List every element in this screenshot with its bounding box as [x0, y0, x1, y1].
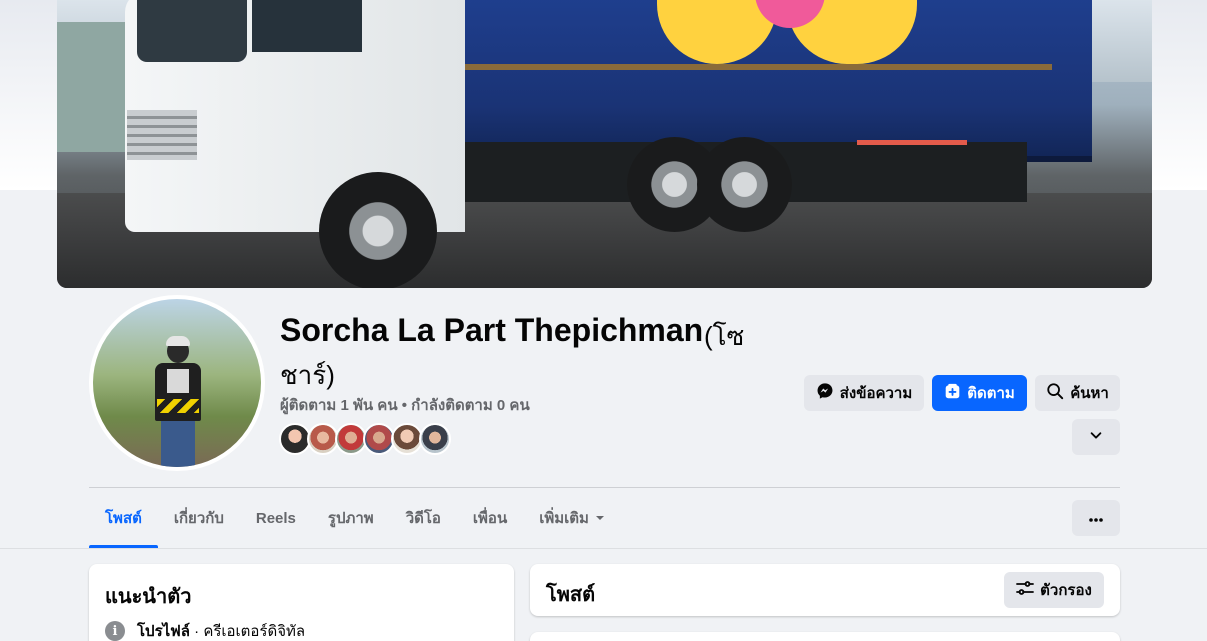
posts-header-card: โพสต์ ตัวกรอง — [530, 564, 1120, 616]
posts-title: โพสต์ — [546, 584, 596, 606]
follower-avatar[interactable] — [419, 423, 451, 455]
message-button-label: ส่งข้อความ — [839, 385, 913, 402]
tab-label: Reels — [255, 509, 296, 527]
avatar-shirt-stripe — [157, 399, 199, 413]
messenger-icon — [816, 382, 834, 404]
cover-wheel — [697, 137, 792, 232]
tab-videos[interactable]: วิดีโอ — [390, 488, 457, 548]
intro-title: แนะนำตัว — [105, 586, 192, 608]
tab-label: โพสต์ — [105, 510, 142, 527]
filter-button-label: ตัวกรอง — [1040, 582, 1092, 599]
tab-label: วิดีโอ — [405, 510, 441, 527]
follow-icon — [944, 383, 961, 404]
intro-category-value: · ครีเอเตอร์ดิจิทัล — [190, 623, 306, 640]
tab-reels[interactable]: Reels — [240, 488, 312, 548]
cover-grille — [127, 110, 197, 160]
intro-card: แนะนำตัว i โปรไฟล์ · ครีเอเตอร์ดิจิทัล — [89, 564, 514, 641]
message-button[interactable]: ส่งข้อความ — [804, 375, 924, 411]
post-card — [530, 632, 1120, 641]
cover-wheel — [319, 172, 437, 288]
avatar-person — [153, 336, 203, 467]
avatar-shirt-print — [167, 369, 189, 393]
tab-label: เพื่อน — [472, 510, 508, 527]
profile-avatar[interactable] — [89, 295, 265, 471]
tab-label: เกี่ยวกับ — [173, 510, 224, 527]
profile-alt-name-part1: (โซ — [704, 321, 745, 351]
profile-name: Sorcha La Part Thepichman — [280, 312, 704, 348]
tab-more[interactable]: เพิ่มเติม — [523, 488, 621, 548]
profile-tabs: โพสต์ เกี่ยวกับ Reels รูปภาพ วิดีโอ เพื่… — [89, 488, 621, 548]
avatar-legs — [161, 421, 195, 467]
intro-category-label: โปรไฟล์ — [137, 623, 190, 640]
follow-button[interactable]: ติดตาม — [932, 375, 1027, 411]
tab-label: รูปภาพ — [327, 510, 374, 527]
tab-friends[interactable]: เพื่อน — [457, 488, 523, 548]
avatar-cap — [166, 336, 190, 346]
tab-about[interactable]: เกี่ยวกับ — [158, 488, 240, 548]
cover-photo[interactable] — [57, 0, 1152, 288]
intro-category-row: i โปรไฟล์ · ครีเอเตอร์ดิจิทัล — [105, 619, 305, 641]
tab-label: เพิ่มเติม — [539, 510, 589, 527]
follow-button-label: ติดตาม — [967, 385, 1015, 402]
ellipsis-icon — [1088, 510, 1104, 527]
info-icon: i — [105, 621, 125, 641]
cover-trailer-stripe — [452, 64, 1052, 70]
profile-follow-stats[interactable]: ผู้ติดตาม 1 พัน คน • กำลังติดตาม 0 คน — [280, 393, 530, 417]
filter-icon — [1016, 580, 1035, 600]
more-options-button[interactable] — [1072, 500, 1120, 536]
filter-button[interactable]: ตัวกรอง — [1004, 572, 1104, 608]
cover-lights — [857, 140, 967, 145]
intro-category: โปรไฟล์ · ครีเอเตอร์ดิจิทัล — [137, 619, 305, 641]
search-icon — [1046, 382, 1064, 404]
tab-photos[interactable]: รูปภาพ — [312, 488, 390, 548]
tab-posts[interactable]: โพสต์ — [89, 488, 158, 548]
search-button[interactable]: ค้นหา — [1035, 375, 1120, 411]
cover-side-window — [252, 0, 362, 52]
profile-alt-name-part2: ชาร์) — [280, 360, 335, 390]
search-button-label: ค้นหา — [1070, 385, 1109, 402]
profile-options-dropdown[interactable] — [1072, 419, 1120, 455]
cover-windshield — [137, 0, 247, 62]
caret-down-icon — [595, 510, 605, 527]
follower-avatars[interactable] — [279, 423, 451, 455]
chevron-down-icon — [1089, 428, 1103, 446]
